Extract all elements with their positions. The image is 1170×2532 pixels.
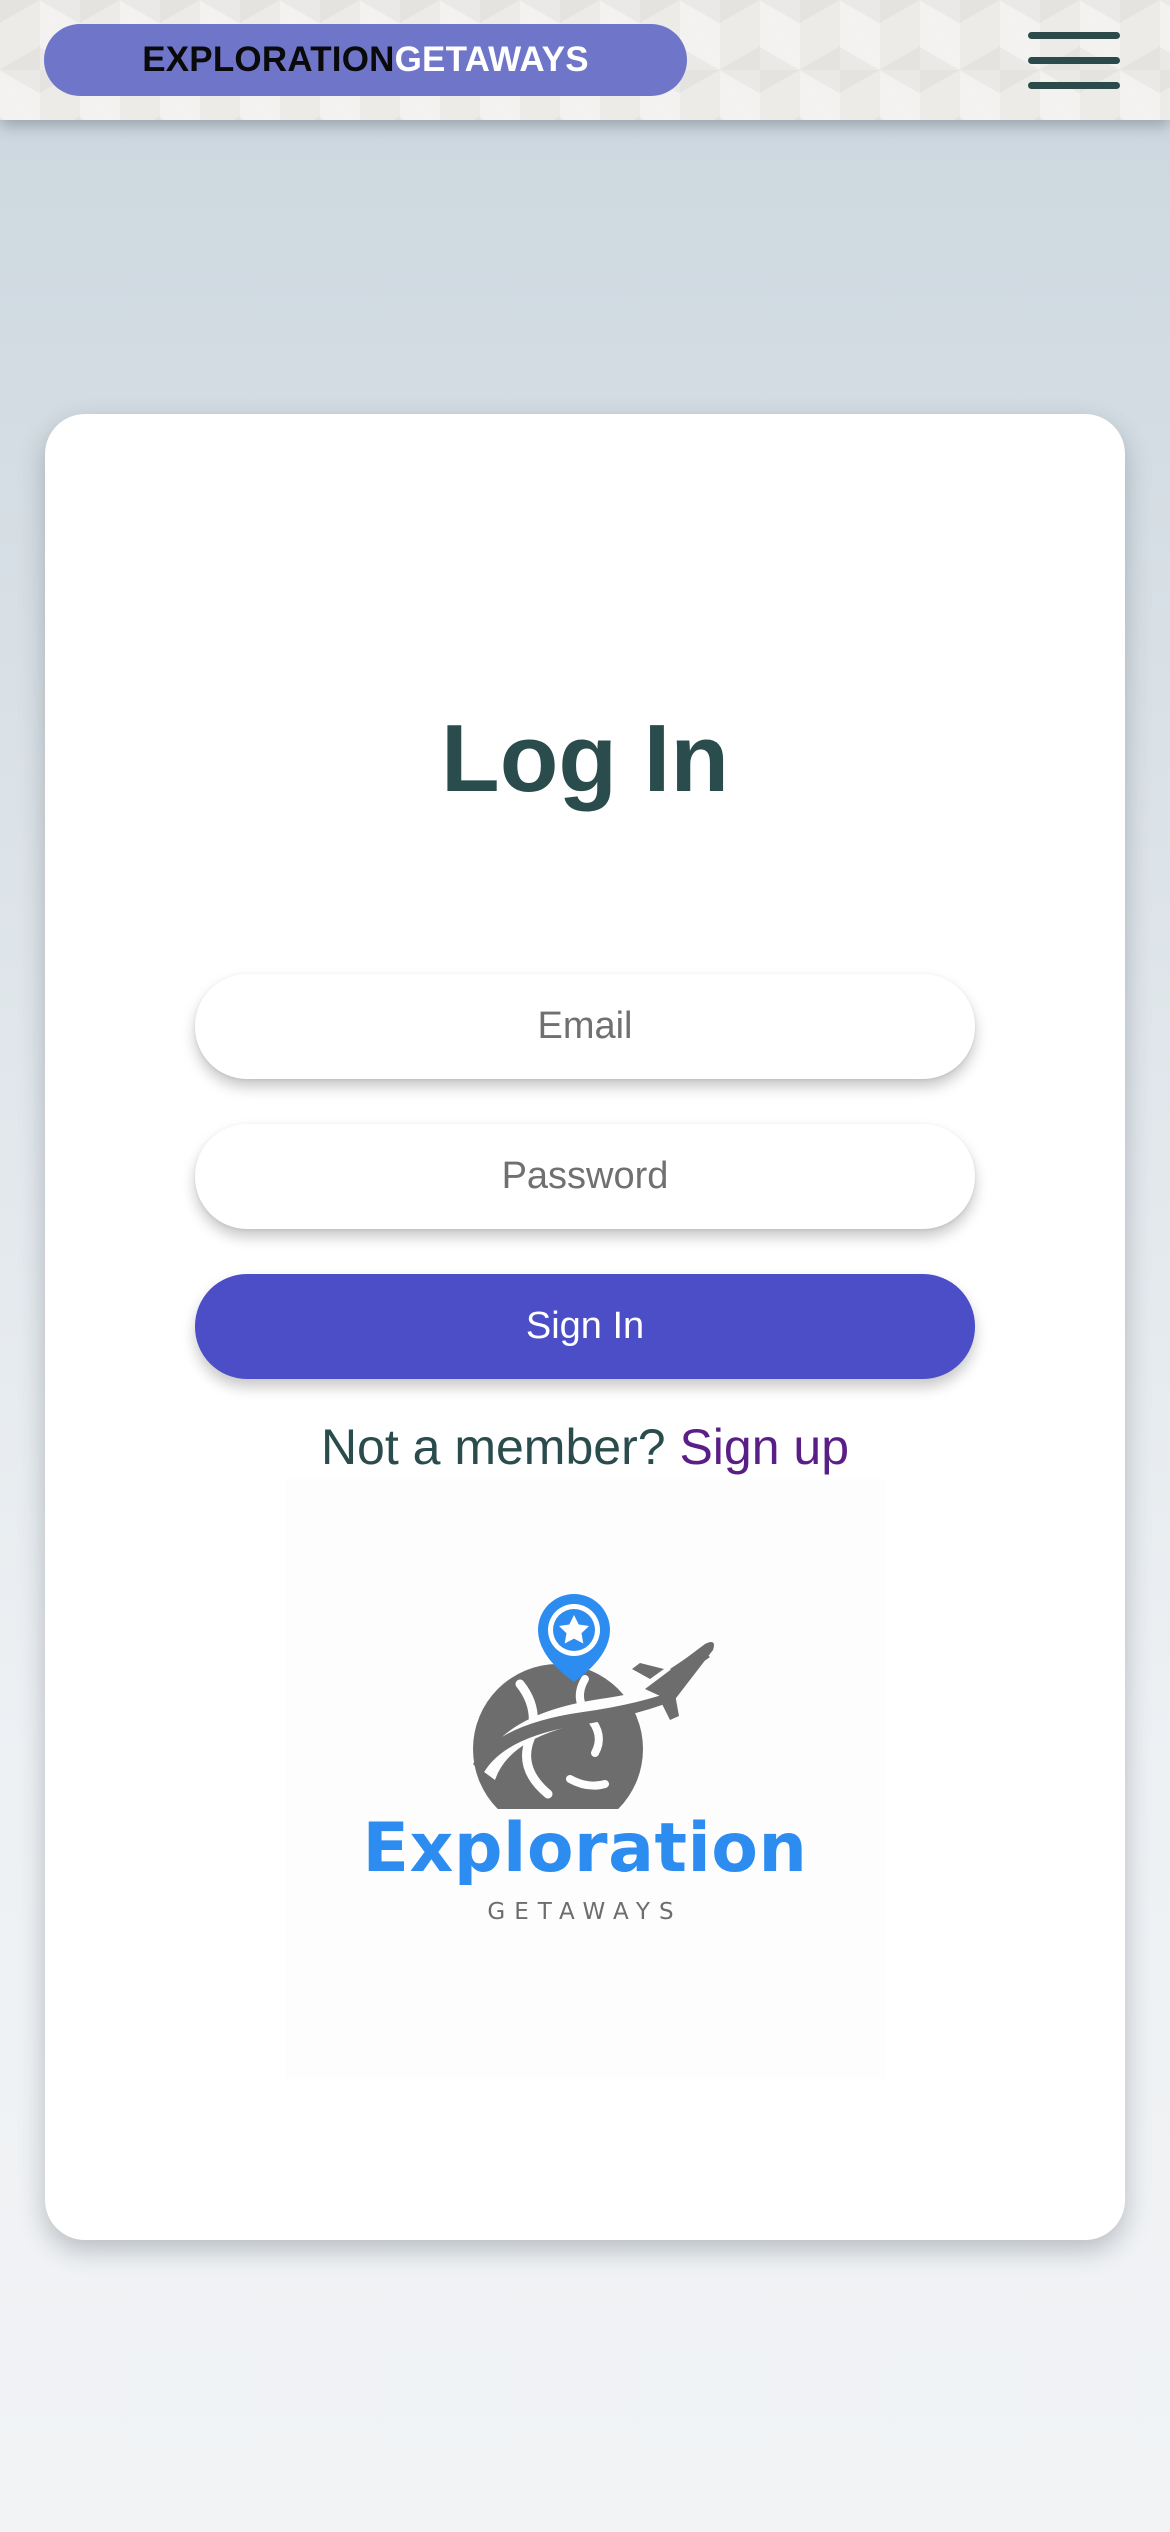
brand-name-part2: GETAWAYS: [394, 40, 589, 79]
signup-prompt: Not a member? Sign up: [45, 1418, 1125, 1476]
hamburger-menu-icon[interactable]: [1028, 30, 1120, 92]
brand-name-part1: EXPLORATION: [142, 40, 395, 79]
email-field[interactable]: [195, 974, 975, 1079]
logo-graphic: [473, 1594, 714, 1809]
brand-logo-link[interactable]: EXPLORATION GETAWAYS: [44, 24, 687, 96]
logo-subtitle: GETAWAYS: [487, 1899, 683, 1925]
login-card: Log In Sign In Not a member? Sign up: [45, 414, 1125, 2240]
logo-wordmark: Exploration: [362, 1809, 808, 1888]
menu-bar: [1028, 57, 1120, 64]
page-title: Log In: [441, 705, 729, 812]
menu-bar: [1028, 82, 1120, 89]
sign-up-link[interactable]: Sign up: [679, 1419, 849, 1475]
sign-in-button[interactable]: Sign In: [195, 1274, 975, 1379]
brand-logo-image: Exploration GETAWAYS: [285, 1479, 885, 2079]
top-navbar: EXPLORATION GETAWAYS: [0, 0, 1170, 120]
globe-icon: [473, 1664, 643, 1809]
member-prompt-text: Not a member?: [320, 1419, 666, 1475]
password-field[interactable]: [195, 1124, 975, 1229]
menu-bar: [1028, 32, 1120, 39]
